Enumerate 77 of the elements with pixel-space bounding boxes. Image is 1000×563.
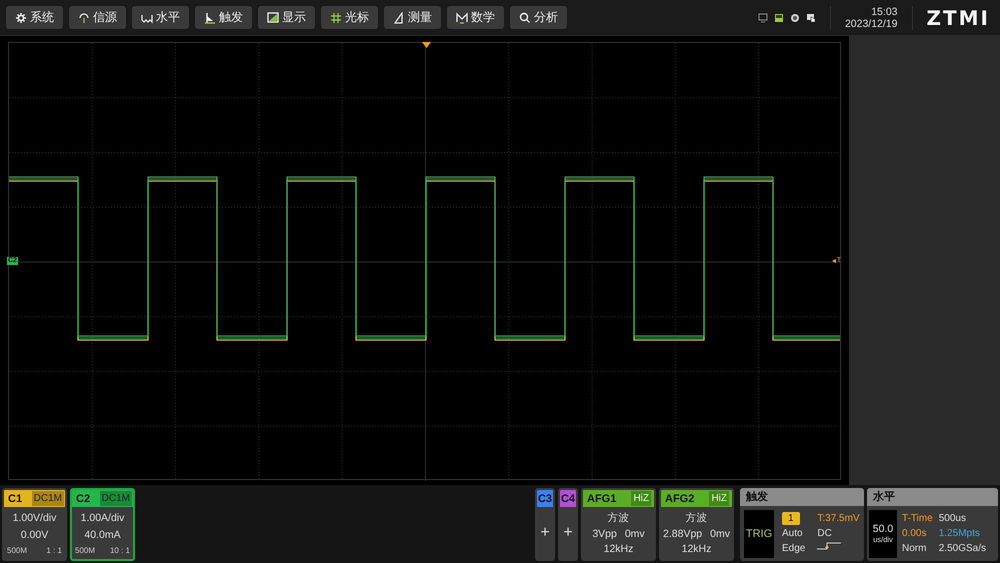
panel-title: 触发	[740, 488, 864, 506]
add-channel-button[interactable]: +	[537, 507, 553, 559]
impedance-badge: HiZ	[709, 491, 729, 506]
horizontal-delay: 0.00s	[902, 527, 928, 540]
trigger-icon	[204, 12, 216, 24]
antenna-icon	[78, 12, 90, 24]
toolbar-button[interactable]: 分析	[510, 6, 567, 29]
trigger-position-icon	[422, 42, 431, 48]
gear-icon	[15, 12, 27, 24]
bandwidth-limit: 500M	[7, 546, 28, 554]
vertical-scale: 1.00V/div	[12, 512, 56, 524]
channel-name: C3	[537, 490, 553, 507]
toolbar-button[interactable]: 系统	[6, 6, 63, 29]
waveform-type: 方波	[608, 510, 630, 525]
amplitude: 3Vpp	[592, 528, 617, 540]
channel-name: C4	[560, 490, 576, 507]
dc-offset: 0mv	[624, 528, 645, 540]
search-icon	[519, 12, 531, 24]
impedance-badge: HiZ	[631, 491, 651, 506]
toolbar-button[interactable]: 触发	[195, 6, 252, 29]
generator-name: AFG1	[587, 492, 616, 504]
channel-name: C1	[8, 492, 22, 504]
trigger-mode: Auto	[782, 527, 804, 540]
trigger-level: T:37.5mV	[817, 512, 860, 525]
coupling-badge: DC1M	[100, 491, 132, 506]
dc-offset: 0mv	[710, 528, 730, 540]
panel-title: 水平	[867, 488, 998, 506]
trigger-source: 1	[782, 512, 800, 525]
add-channel-button[interactable]: +	[560, 507, 576, 559]
vertical-offset: 0.00V	[20, 528, 48, 540]
waveform-type: 方波	[686, 510, 708, 525]
generator-card[interactable]: AFG2 HiZ 方波 2.88Vpp 0mv 12kHz	[659, 488, 734, 561]
frequency: 12kHz	[604, 543, 634, 556]
time-scale: 50.0	[872, 523, 894, 535]
acquisition-mode: Norm	[902, 542, 928, 555]
memory-depth: 1.25Mpts	[938, 527, 981, 540]
display-icon	[267, 12, 279, 24]
rising-edge-icon	[817, 542, 842, 550]
trigger-status: TRIG	[744, 510, 774, 558]
t-time-label: T-Time	[902, 512, 933, 525]
vertical-offset: 40.0mA	[84, 528, 121, 540]
arrow-icon	[832, 259, 836, 263]
trigger-type: Edge	[782, 542, 806, 555]
channel-card[interactable]: C3 +	[535, 488, 555, 561]
channel-name: C2	[76, 492, 90, 504]
touch-icon	[806, 12, 816, 22]
t-time-value: 500us	[938, 512, 967, 525]
channel-card[interactable]: C4 +	[558, 488, 578, 561]
probe-ratio: 10 : 1	[110, 546, 130, 554]
probe-ratio: 1 : 1	[46, 546, 62, 554]
amplitude: 2.88Vpp	[663, 528, 702, 540]
toolbar-button[interactable]: 测量	[384, 6, 441, 29]
toolbar-button[interactable]: 信源	[69, 6, 126, 29]
monitor-icon	[758, 12, 768, 22]
toolbar-button[interactable]: 水平	[132, 6, 189, 29]
channel-card[interactable]: C2 DC1M 1.00A/div 40.0mA 500M 10 : 1	[70, 488, 135, 561]
toolbar-button[interactable]: 光标	[321, 6, 378, 29]
clock-date: 2023/12/19	[844, 18, 898, 30]
hash-icon	[330, 12, 342, 24]
network-icon	[790, 12, 800, 22]
triangle-ruler-icon	[393, 12, 405, 24]
clock-time: 15:03	[871, 6, 898, 18]
brand-logo: ZTMI	[926, 6, 991, 30]
trigger-coupling: DC	[817, 527, 833, 540]
generator-card[interactable]: AFG1 HiZ 方波 3Vpp 0mv 12kHz	[581, 488, 656, 561]
trigger-panel[interactable]: 触发 TRIG 1 T:37.5mV Auto DC Edge	[740, 488, 864, 561]
toolbar-button[interactable]: 显示	[258, 6, 315, 29]
bandwidth-limit: 500M	[75, 546, 96, 554]
coupling-badge: DC1M	[32, 491, 64, 506]
generator-name: AFG2	[665, 492, 694, 504]
frequency: 12kHz	[682, 543, 712, 556]
vertical-scale: 1.00A/div	[80, 512, 124, 524]
storage-icon	[774, 12, 784, 22]
m-icon	[456, 12, 468, 24]
toolbar-button[interactable]: 数学	[447, 6, 504, 29]
sample-rate: 2.50GSa/s	[938, 542, 986, 555]
channel-card[interactable]: C1 DC1M 1.00V/div 0.00V 500M 1 : 1	[2, 488, 67, 561]
